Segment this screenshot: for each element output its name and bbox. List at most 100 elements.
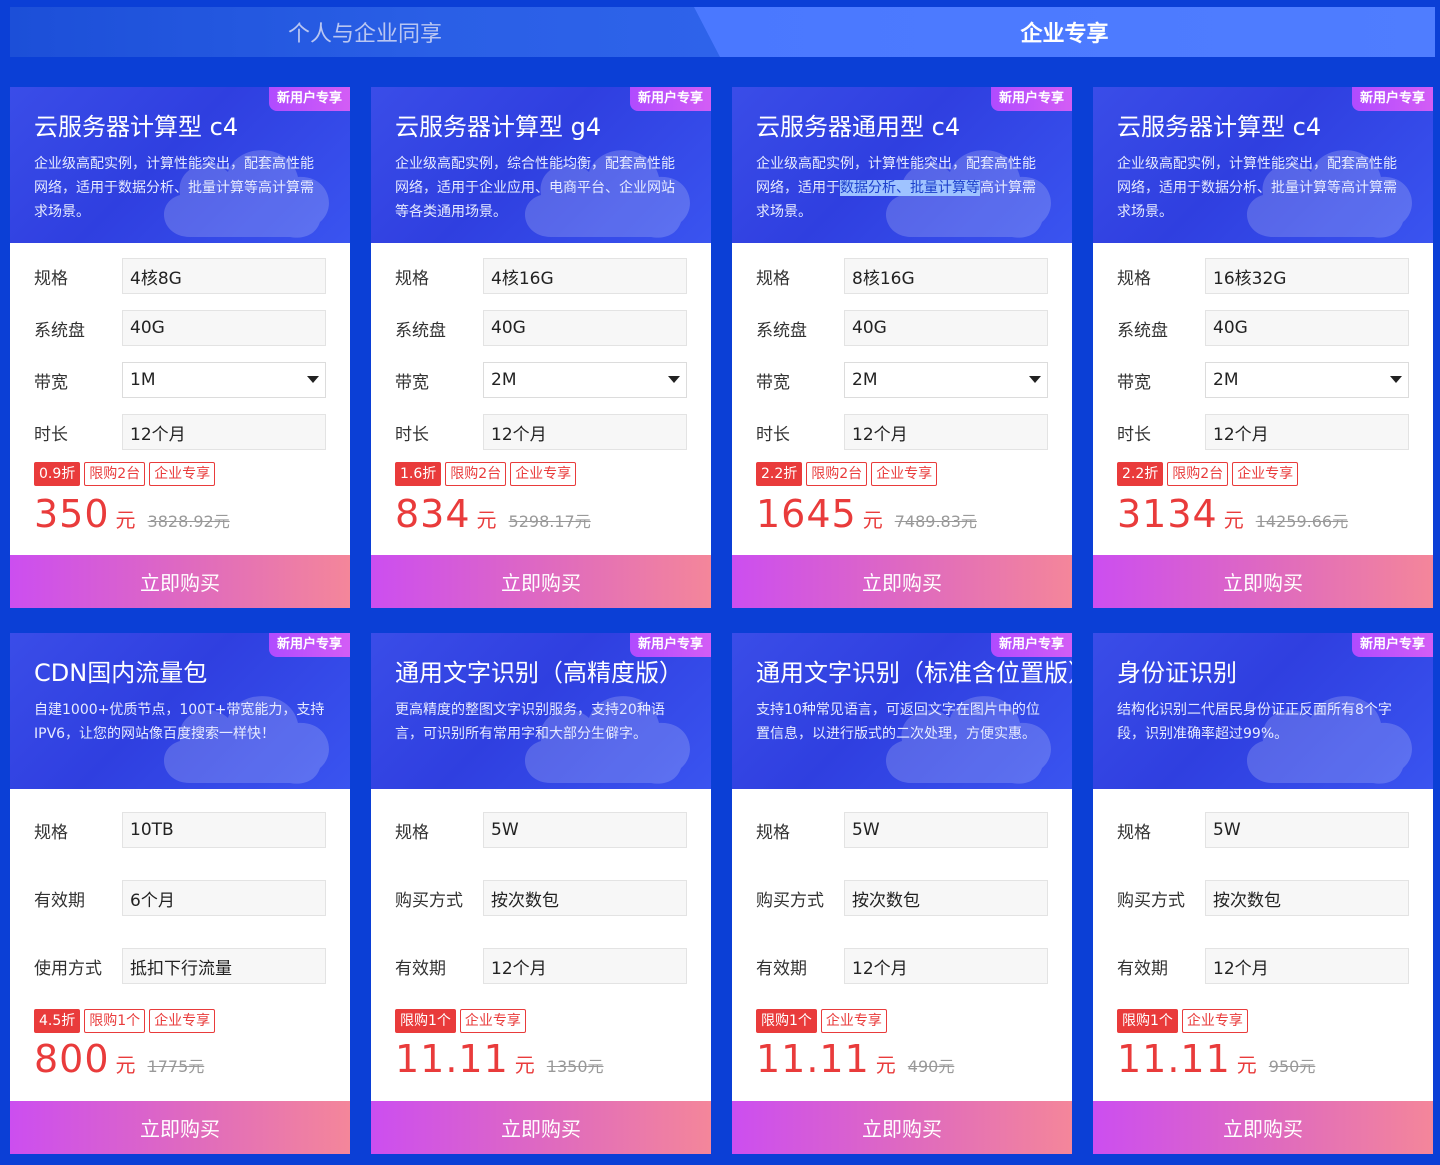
chevron-down-icon — [1390, 376, 1402, 383]
tab-personal-and-enterprise[interactable]: 个人与企业同享 — [10, 7, 720, 57]
field-label: 规格 — [395, 822, 429, 843]
spec-field: 有效期 12个月 — [1117, 947, 1409, 985]
buy-now-button[interactable]: 立即购买 — [1093, 555, 1433, 608]
field-value-text: 6个月 — [130, 890, 175, 911]
price-row: 11.11 元 950元 — [1117, 1037, 1409, 1081]
field-value-text: 2M — [1213, 370, 1239, 390]
spec-field: 带宽 2M — [1117, 361, 1409, 399]
field-label: 时长 — [34, 424, 68, 445]
price-row: 3134 元 14259.66元 — [1117, 492, 1409, 536]
field-value-text: 按次数包 — [852, 890, 920, 911]
field-label: 系统盘 — [1117, 320, 1168, 341]
buy-now-button[interactable]: 立即购买 — [1093, 1101, 1433, 1154]
field-value-text: 按次数包 — [1213, 890, 1281, 911]
card-body: 规格 16核32G 系统盘 40G 带宽 2M 时长 12个月 2.2折 限购2台 企业专享 3134… — [1093, 243, 1433, 555]
field-label: 带宽 — [1117, 372, 1151, 393]
original-price: 1775元 — [147, 1057, 205, 1076]
promo-tag: 限购2台 — [445, 462, 507, 486]
card-header: 新用户专享 通用文字识别（标准含位置版） 支持10种常见语言，可返回文字在图片中的位… — [732, 633, 1072, 789]
card-description: 支持10种常见语言，可返回文字在图片中的位置信息，以进行版式的二次处理，方便实惠… — [756, 702, 1040, 742]
field-value: 8核16G — [844, 258, 1048, 294]
spec-field: 系统盘 40G — [34, 309, 326, 347]
field-label: 带宽 — [395, 372, 429, 393]
field-value: 10TB — [122, 812, 326, 848]
price-unit: 元 — [862, 508, 883, 532]
field-value-text: 12个月 — [491, 958, 547, 979]
field-value-text: 5W — [1213, 820, 1241, 840]
price: 3134 — [1117, 492, 1218, 536]
card-header: 新用户专享 云服务器计算型 g4 企业级高配实例，综合性能均衡，配套高性能网络，适用… — [371, 87, 711, 243]
card-header: 新用户专享 云服务器计算型 c4 企业级高配实例，计算性能突出，配套高性能网络，适用… — [1093, 87, 1433, 243]
field-value: 5W — [1205, 812, 1409, 848]
spec-field: 时长 12个月 — [1117, 413, 1409, 451]
field-value-text: 4核8G — [130, 268, 182, 289]
promo-tag: 限购1个 — [756, 1009, 817, 1033]
bandwidth-select[interactable]: 2M — [1205, 362, 1409, 398]
field-value: 12个月 — [122, 414, 326, 450]
buy-now-button[interactable]: 立即购买 — [10, 555, 350, 608]
field-value-text: 4核16G — [491, 268, 554, 289]
price: 350 — [34, 492, 110, 536]
price: 834 — [395, 492, 471, 536]
spec-field: 时长 12个月 — [395, 413, 687, 451]
spec-field: 有效期 6个月 — [34, 879, 326, 917]
field-value: 12个月 — [1205, 414, 1409, 450]
promo-tag: 4.5折 — [34, 1009, 81, 1033]
card-body: 规格 4核16G 系统盘 40G 带宽 2M 时长 12个月 1.6折 限购2台 企业专享 834 元 5… — [371, 243, 711, 555]
promo-tag: 企业专享 — [1232, 462, 1299, 486]
buy-now-button[interactable]: 立即购买 — [732, 555, 1072, 608]
card-header: 新用户专享 通用文字识别（高精度版） 更高精度的整图文字识别服务，支持20种语言，可… — [371, 633, 711, 789]
tab-enterprise-exclusive[interactable]: 企业专享 — [694, 7, 1435, 57]
spec-field: 系统盘 40G — [395, 309, 687, 347]
original-price: 5298.17元 — [508, 512, 591, 531]
bandwidth-select[interactable]: 2M — [844, 362, 1048, 398]
card-description: 企业级高配实例，计算性能突出，配套高性能网络，适用于数据分析、批量计算等高计算需… — [756, 152, 1048, 224]
field-value-text: 8核16G — [852, 268, 915, 289]
field-label: 带宽 — [34, 372, 68, 393]
spec-field: 规格 16核32G — [1117, 257, 1409, 295]
new-user-badge: 新用户专享 — [1351, 87, 1433, 111]
field-label: 时长 — [1117, 424, 1151, 445]
product-card: 新用户专享 云服务器计算型 c4 企业级高配实例，计算性能突出，配套高性能网络，适用… — [1093, 87, 1433, 608]
field-value-text: 1M — [130, 370, 156, 390]
field-value: 按次数包 — [483, 880, 687, 916]
buy-now-button[interactable]: 立即购买 — [732, 1101, 1072, 1154]
new-user-badge: 新用户专享 — [268, 633, 350, 657]
card-description: 自建1000+优质节点，100T+带宽能力，支持IPV6，让您的网站像百度搜索一… — [34, 702, 325, 742]
spec-field: 使用方式 抵扣下行流量 — [34, 947, 326, 985]
product-card: 新用户专享 身份证识别 结构化识别二代居民身份证正反面所有8个字段，识别准确率超过9… — [1093, 633, 1433, 1154]
promo-tags: 限购1个 企业专享 — [756, 1009, 1048, 1033]
spec-field: 系统盘 40G — [756, 309, 1048, 347]
product-card: 新用户专享 云服务器计算型 g4 企业级高配实例，综合性能均衡，配套高性能网络，适用… — [371, 87, 711, 608]
bandwidth-select[interactable]: 2M — [483, 362, 687, 398]
spec-field: 购买方式 按次数包 — [756, 879, 1048, 917]
field-value: 12个月 — [483, 414, 687, 450]
field-value-text: 2M — [491, 370, 517, 390]
field-value: 4核8G — [122, 258, 326, 294]
price-row: 11.11 元 490元 — [756, 1037, 1048, 1081]
card-description: 企业级高配实例，综合性能均衡，配套高性能网络，适用于企业应用、电商平台、企业网站… — [395, 156, 675, 220]
spec-field: 带宽 2M — [395, 361, 687, 399]
field-value-text: 40G — [491, 318, 526, 338]
price: 800 — [34, 1037, 110, 1081]
field-label: 购买方式 — [756, 890, 824, 911]
field-value-text: 抵扣下行流量 — [130, 958, 232, 979]
promo-tag: 企业专享 — [1181, 1009, 1248, 1033]
field-value: 按次数包 — [1205, 880, 1409, 916]
new-user-badge: 新用户专享 — [1351, 633, 1433, 657]
bandwidth-select[interactable]: 1M — [122, 362, 326, 398]
promo-tag: 企业专享 — [149, 462, 216, 486]
new-user-badge: 新用户专享 — [990, 87, 1072, 111]
product-card: 新用户专享 通用文字识别（标准含位置版） 支持10种常见语言，可返回文字在图片中的位… — [732, 633, 1072, 1154]
buy-now-button[interactable]: 立即购买 — [371, 1101, 711, 1154]
field-label: 系统盘 — [34, 320, 85, 341]
card-body: 规格 4核8G 系统盘 40G 带宽 1M 时长 12个月 0.9折 限购2台 企业专享 350 元 38… — [10, 243, 350, 555]
field-label: 购买方式 — [1117, 890, 1185, 911]
buy-now-button[interactable]: 立即购买 — [371, 555, 711, 608]
promo-tag: 限购1个 — [395, 1009, 456, 1033]
field-value-text: 5W — [491, 820, 519, 840]
field-label: 规格 — [1117, 268, 1151, 289]
chevron-down-icon — [307, 376, 319, 383]
buy-now-button[interactable]: 立即购买 — [10, 1101, 350, 1154]
card-description: 结构化识别二代居民身份证正反面所有8个字段，识别准确率超过99%。 — [1117, 702, 1392, 742]
